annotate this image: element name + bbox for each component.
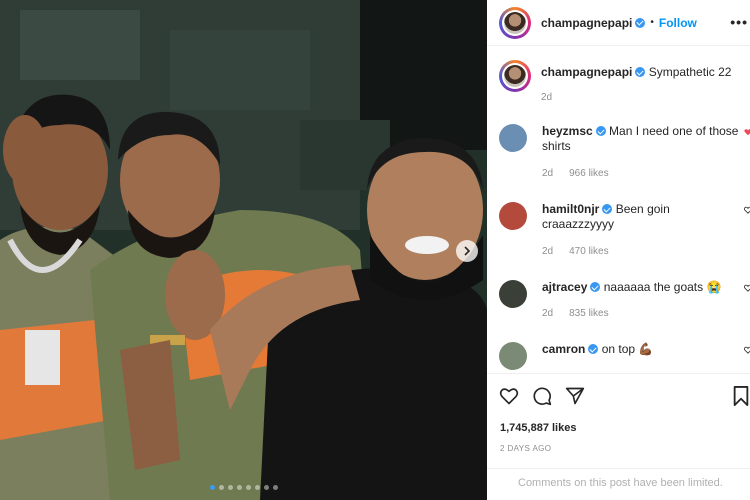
bookmark-icon[interactable] xyxy=(732,386,750,406)
post-header: champagnepapi • Follow ••• xyxy=(487,0,750,46)
caption-text: Sympathetic 22 xyxy=(648,65,732,79)
comment-text: naaaaaa the goats 😭 xyxy=(603,280,722,294)
comment-username[interactable]: ajtracey xyxy=(542,280,587,294)
comment-time[interactable]: 2d xyxy=(542,308,553,319)
comment-likes[interactable]: 470 likes xyxy=(569,246,608,257)
share-send-icon[interactable] xyxy=(565,386,585,406)
carousel-dot xyxy=(245,485,251,490)
verified-badge-icon xyxy=(590,282,601,292)
caption-avatar[interactable] xyxy=(499,60,531,92)
comment-username[interactable]: hamilt0njr xyxy=(542,202,599,216)
author-avatar[interactable] xyxy=(499,6,531,39)
comment-like-heart-icon[interactable] xyxy=(744,128,750,136)
post-side-panel: champagnepapi • Follow ••• champagnepapi… xyxy=(487,0,750,500)
comment-text: on top 💪🏾 xyxy=(601,342,654,356)
carousel-indicator xyxy=(0,485,487,490)
carousel-dot xyxy=(218,485,224,490)
carousel-dot xyxy=(227,485,233,490)
carousel-dot xyxy=(272,485,278,490)
comment-body: hamilt0njr Been goin craaazzzyyyy xyxy=(542,202,742,232)
post-photo[interactable] xyxy=(0,0,487,500)
verified-badge-icon xyxy=(602,204,613,214)
comment-username[interactable]: heyzmsc xyxy=(542,124,593,138)
next-photo-button[interactable] xyxy=(456,240,478,262)
comment-meta: 2d 835 likes xyxy=(542,308,609,319)
header-separator: • xyxy=(650,17,654,28)
comment-meta: 2d 966 likes xyxy=(542,168,609,179)
comment-meta: 2d 470 likes xyxy=(542,246,609,257)
author-username[interactable]: champagnepapi xyxy=(541,16,632,30)
like-heart-icon[interactable] xyxy=(499,386,519,406)
carousel-dot xyxy=(263,485,269,490)
comment-like-heart-icon[interactable] xyxy=(744,206,750,214)
comment-username[interactable]: camron xyxy=(542,342,585,356)
verified-badge-icon xyxy=(635,17,646,28)
carousel-dot xyxy=(254,485,260,490)
post-date[interactable]: 2 DAYS AGO xyxy=(500,444,551,453)
carousel-dot xyxy=(236,485,242,490)
carousel-dot xyxy=(209,485,215,490)
more-options-icon[interactable]: ••• xyxy=(730,14,748,30)
commenter-avatar[interactable] xyxy=(499,280,527,308)
caption-username[interactable]: champagnepapi xyxy=(541,65,632,79)
commenter-avatar[interactable] xyxy=(499,342,527,370)
photo-illustration xyxy=(0,0,487,500)
comment-like-heart-icon[interactable] xyxy=(744,284,750,292)
comment-time[interactable]: 2d xyxy=(542,246,553,257)
verified-badge-icon xyxy=(588,344,599,354)
commenter-avatar[interactable] xyxy=(499,124,527,152)
verified-badge-icon xyxy=(595,126,606,136)
caption-text-row: champagnepapi Sympathetic 22 xyxy=(541,65,731,79)
post-actions: 1,745,887 likes 2 DAYS AGO Comments on t… xyxy=(487,373,750,500)
comment-bubble-icon[interactable] xyxy=(532,386,552,406)
comment-body: ajtracey naaaaaa the goats 😭 xyxy=(542,280,742,295)
comment-time[interactable]: 2d xyxy=(542,168,553,179)
commenter-avatar[interactable] xyxy=(499,202,527,230)
comment-body: heyzmsc Man I need one of those shirts xyxy=(542,124,742,154)
comment-like-heart-icon[interactable] xyxy=(744,346,750,354)
comment-likes[interactable]: 835 likes xyxy=(569,308,608,319)
caption-timestamp[interactable]: 2d xyxy=(541,92,552,103)
follow-button[interactable]: Follow xyxy=(659,16,697,30)
chevron-right-icon xyxy=(464,246,471,256)
comment-likes[interactable]: 966 likes xyxy=(569,168,608,179)
comment-body: camron on top 💪🏾 xyxy=(542,342,742,357)
action-icons xyxy=(499,386,585,406)
like-count[interactable]: 1,745,887 likes xyxy=(500,422,576,434)
verified-badge-icon xyxy=(635,67,646,77)
comments-limited-notice: Comments on this post have been limited. xyxy=(487,468,750,500)
